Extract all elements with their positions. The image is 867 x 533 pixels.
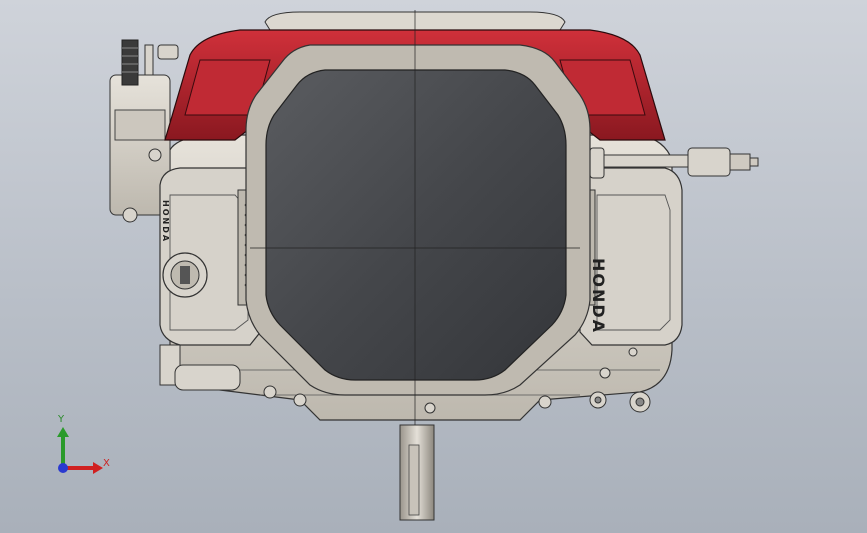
triad-y-label: Y — [58, 414, 65, 425]
brand-label-left: HONDA — [161, 200, 170, 244]
triad-x-label: X — [103, 458, 110, 469]
engine-model[interactable] — [0, 0, 867, 533]
coordinate-triad — [57, 427, 103, 474]
graphics-viewport[interactable]: HONDA HONDA Y X — [0, 0, 867, 533]
output-shaft — [399, 424, 435, 521]
top-cover — [245, 44, 591, 396]
brand-label-right: HONDA — [589, 258, 608, 335]
